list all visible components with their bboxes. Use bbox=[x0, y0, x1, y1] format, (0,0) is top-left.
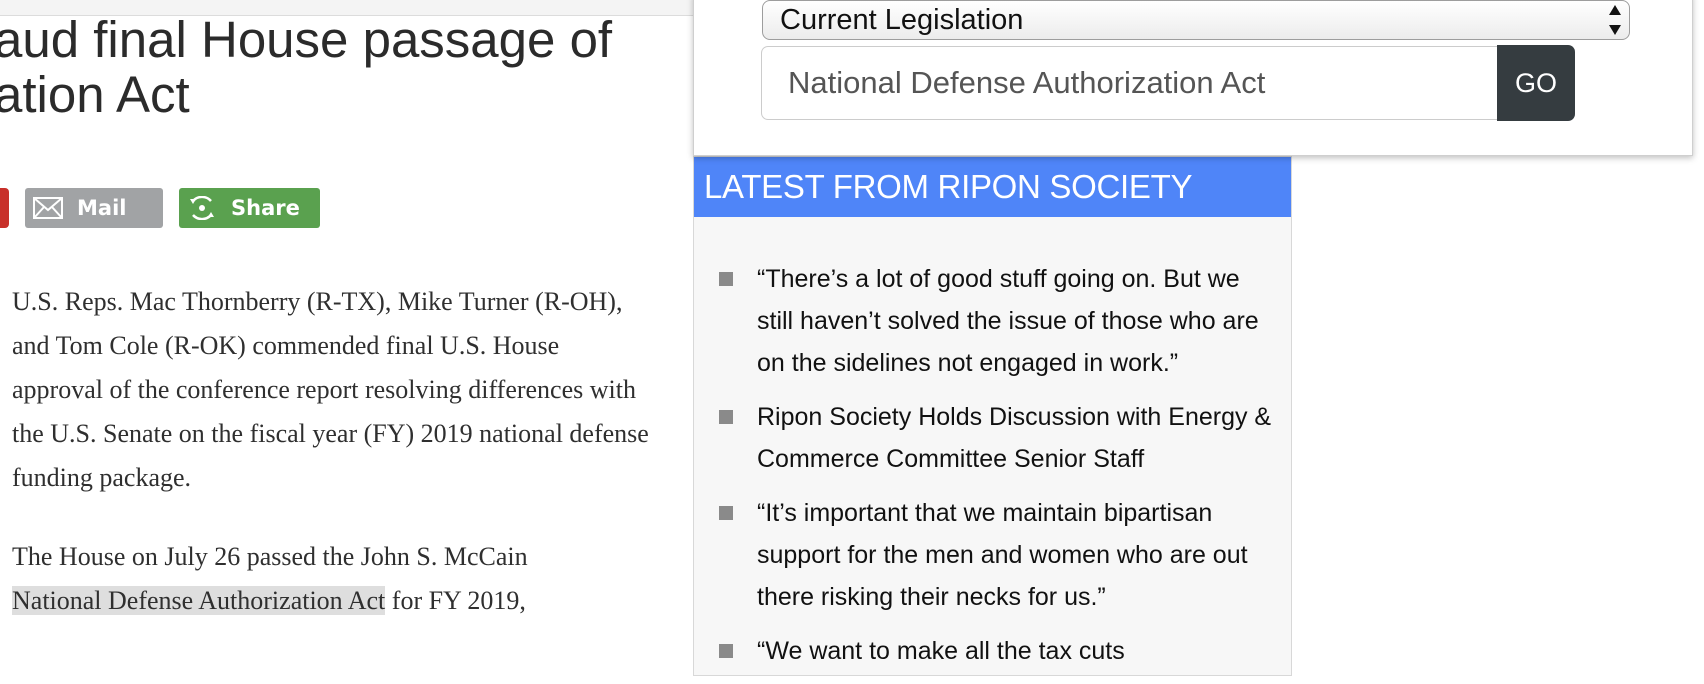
list-item: “There’s a lot of good stuff going on. B… bbox=[694, 258, 1291, 384]
legislation-search-input[interactable] bbox=[761, 46, 1498, 120]
list-item-link[interactable]: “We want to make all the tax cuts bbox=[757, 630, 1273, 672]
article-paragraph-2: The House on July 26 passed the John S. … bbox=[12, 535, 652, 623]
category-select-value: Current Legislation bbox=[780, 4, 1024, 36]
list-item: “It’s important that we maintain biparti… bbox=[694, 492, 1291, 618]
paragraph-2-tail: for FY 2019, bbox=[385, 586, 526, 615]
list-bullet-icon bbox=[719, 272, 733, 286]
go-button[interactable]: GO bbox=[1497, 45, 1575, 121]
widget-header: LATEST FROM RIPON SOCIETY bbox=[694, 157, 1291, 217]
list-item-link[interactable]: “There’s a lot of good stuff going on. B… bbox=[757, 258, 1273, 384]
share-button-partial[interactable] bbox=[0, 188, 9, 228]
headline-line-2: ation Act bbox=[0, 66, 190, 123]
latest-list: “There’s a lot of good stuff going on. B… bbox=[694, 258, 1291, 684]
share-button[interactable]: Share bbox=[179, 188, 320, 228]
paragraph-2-text: The House on July 26 passed the John S. … bbox=[12, 542, 528, 571]
headline-line-1: aud final House passage of bbox=[0, 11, 613, 68]
legislation-search-popup: Current Legislation GO bbox=[693, 0, 1693, 156]
list-bullet-icon bbox=[719, 506, 733, 520]
article-headline: aud final House passage of ation Act bbox=[0, 12, 612, 122]
list-bullet-icon bbox=[719, 410, 733, 424]
select-arrows-icon bbox=[1607, 5, 1623, 35]
list-item-link[interactable]: Ripon Society Holds Discussion with Ener… bbox=[757, 396, 1273, 480]
category-select[interactable]: Current Legislation bbox=[762, 0, 1630, 40]
list-item: “We want to make all the tax cuts bbox=[694, 630, 1291, 672]
article-paragraph-1: U.S. Reps. Mac Thornberry (R-TX), Mike T… bbox=[12, 287, 649, 492]
share-button-label: Share bbox=[231, 196, 300, 220]
latest-from-ripon-widget: LATEST FROM RIPON SOCIETY “There’s a lot… bbox=[693, 156, 1292, 676]
highlighted-text-link[interactable]: National Defense Authorization Act bbox=[12, 586, 386, 615]
list-bullet-icon bbox=[719, 644, 733, 658]
mail-button-label: Mail bbox=[77, 196, 127, 220]
article-body: U.S. Reps. Mac Thornberry (R-TX), Mike T… bbox=[12, 280, 652, 658]
list-item: Ripon Society Holds Discussion with Ener… bbox=[694, 396, 1291, 480]
envelope-icon bbox=[31, 196, 65, 220]
share-icon bbox=[185, 196, 219, 220]
list-item-link[interactable]: “It’s important that we maintain biparti… bbox=[757, 492, 1273, 618]
mail-button[interactable]: Mail bbox=[25, 188, 163, 228]
